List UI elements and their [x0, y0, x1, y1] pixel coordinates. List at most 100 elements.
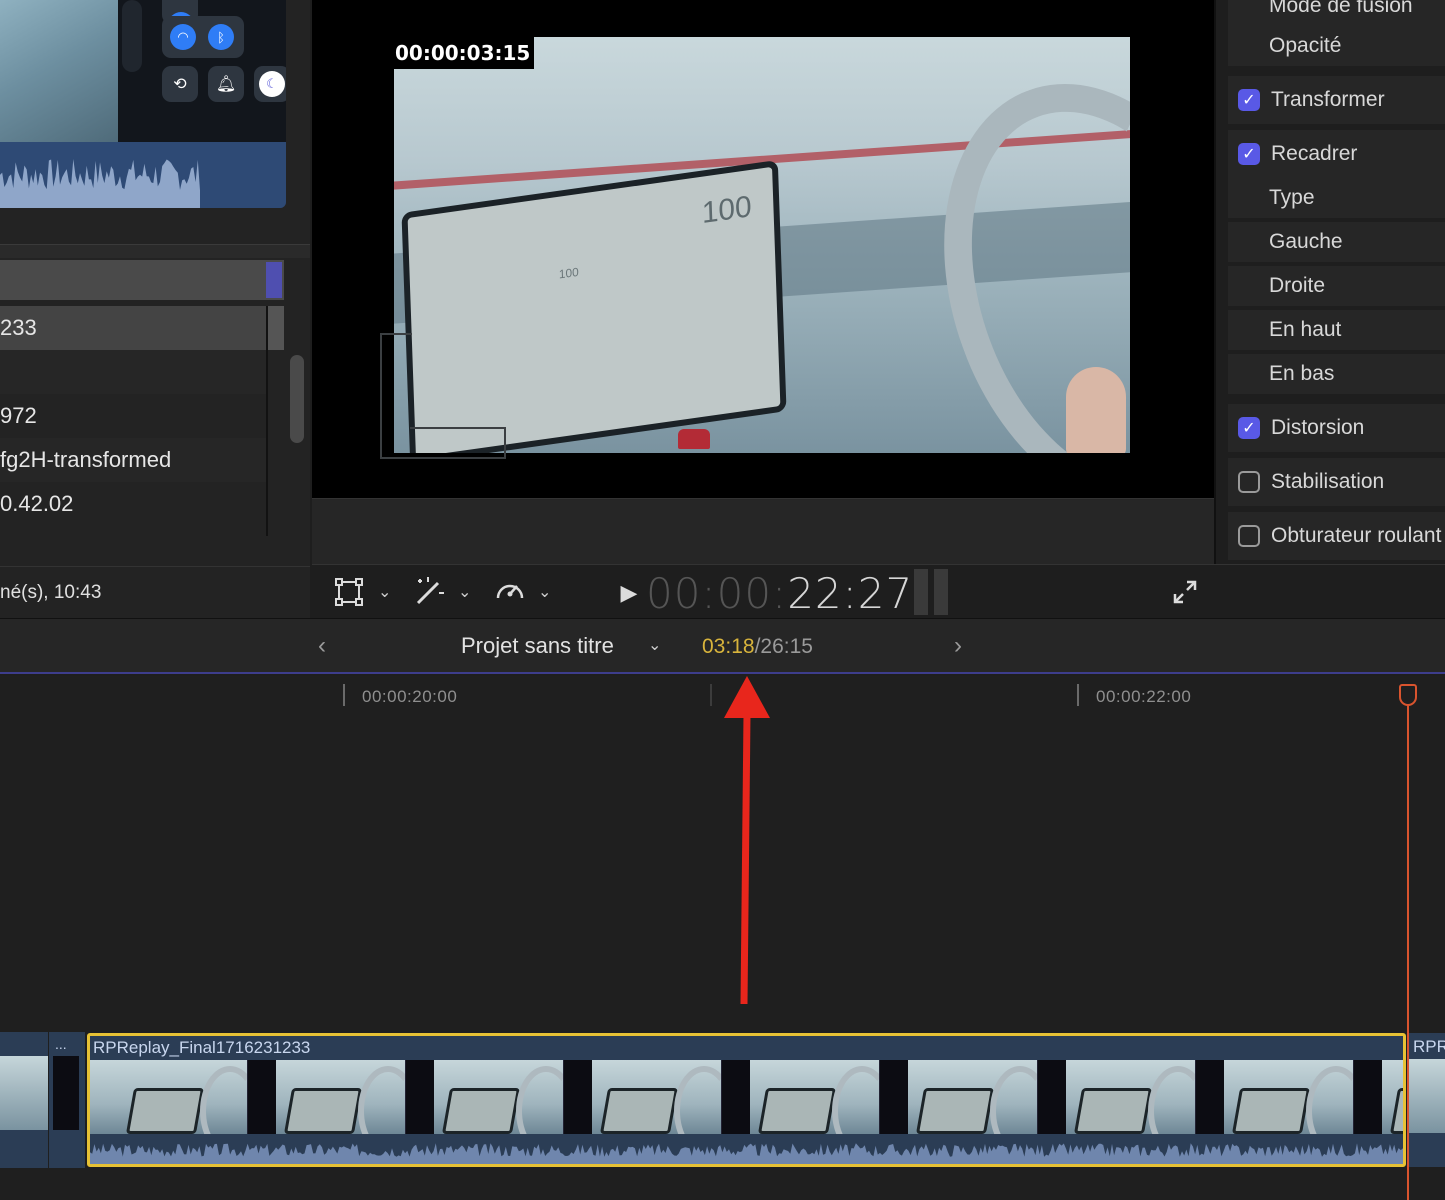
connectivity-tile: ◠ ᛒ: [162, 16, 244, 58]
inspector-row-en-haut[interactable]: En haut: [1228, 310, 1445, 350]
wifi-icon: ◠: [170, 24, 196, 50]
chevron-down-icon[interactable]: ⌄: [648, 635, 661, 655]
inspector-row-stabilisation[interactable]: Stabilisation: [1228, 458, 1445, 506]
filmstrip-frame: [406, 1060, 564, 1134]
inspector-row-obturateur-roulant[interactable]: Obturateur roulant: [1228, 512, 1445, 560]
chevron-right-icon[interactable]: ›: [946, 631, 970, 661]
inspector-row-opacite[interactable]: Opacité: [1228, 26, 1445, 66]
timeline-clip-next[interactable]: RPR: [1409, 1033, 1445, 1167]
chevron-left-icon[interactable]: ‹: [310, 631, 334, 661]
thumbnail-control-center: ≋ ◠ ᛒ ⟲ 🔔︎ ☾: [118, 0, 286, 142]
speed-chevron-down-icon[interactable]: ⌄: [538, 577, 551, 607]
inspector-row-gauche[interactable]: Gauche: [1228, 222, 1445, 262]
filmstrip-frame: [1196, 1060, 1354, 1134]
timecode-dim-part: 00:00:: [646, 569, 788, 618]
ruler-tick: [343, 684, 345, 706]
transform-icon[interactable]: [334, 573, 364, 611]
bell-tile: 🔔︎: [208, 66, 244, 102]
inspector-row-distorsion[interactable]: ✓ Distorsion: [1228, 404, 1445, 452]
inspector-row-label: Type: [1269, 186, 1315, 209]
project-title[interactable]: Projet sans titre: [461, 633, 614, 659]
speedometer-icon[interactable]: [494, 573, 526, 611]
list-header: [0, 260, 284, 300]
fullscreen-icon[interactable]: [1170, 577, 1200, 607]
list-item[interactable]: [0, 350, 266, 394]
thumbnail-image: [0, 0, 118, 142]
inspector-row-label: Transformer: [1271, 88, 1385, 111]
viewer[interactable]: 100 100 00:00:03:15: [312, 0, 1214, 498]
transform-chevron-down-icon[interactable]: ⌄: [378, 577, 391, 607]
browser-divider[interactable]: [0, 244, 310, 258]
inspector-row-label: Distorsion: [1271, 416, 1365, 439]
timeline[interactable]: 00:00:20:00 00:00:22:00 ... RPReplay_Fin…: [0, 676, 1445, 1200]
checkbox-checked-icon[interactable]: ✓: [1238, 417, 1260, 439]
inspector-row-label: Mode de fusion: [1269, 0, 1413, 17]
clip-audio-waveform: [90, 1143, 1403, 1164]
filmstrip-frame: [880, 1060, 1038, 1134]
viewer-timecode[interactable]: 00:00:22:27: [646, 569, 913, 618]
checkbox-checked-icon[interactable]: ✓: [1238, 143, 1260, 165]
volume-slider-thumb: [122, 0, 142, 72]
list-header-accent: [266, 262, 282, 298]
inspector-row-label: Obturateur roulant: [1271, 524, 1442, 547]
inspector-row-en-bas[interactable]: En bas: [1228, 354, 1445, 394]
magic-wand-icon[interactable]: [412, 573, 446, 611]
browser-status: né(s), 10:43: [0, 566, 310, 618]
list-item[interactable]: fg2H-transformed: [0, 438, 266, 482]
burned-in-timecode: 00:00:03:15: [394, 37, 535, 69]
gap-label: ...: [55, 1036, 67, 1052]
current-time: 03:18: [702, 635, 755, 658]
rotation-lock-icon: ⟲: [173, 76, 187, 93]
inspector-toolbar: [1214, 564, 1445, 618]
focus-tile: ☾: [254, 66, 286, 102]
video-car-icon: [678, 429, 710, 449]
inspector-row-label: Gauche: [1269, 230, 1343, 253]
total-time: /26:15: [754, 635, 813, 658]
playhead-handle[interactable]: [1399, 684, 1417, 706]
playhead[interactable]: [1407, 694, 1409, 1200]
timeline-clip-selected[interactable]: RPReplay_Final1716231233: [87, 1033, 1406, 1167]
filmstrip-frame: [248, 1060, 406, 1134]
clip-filmstrip: [90, 1060, 1403, 1134]
inspector-row-type[interactable]: Type: [1228, 178, 1445, 218]
inspector-row-label: En bas: [1269, 362, 1335, 385]
clip-thumbnail[interactable]: ≋ ◠ ᛒ ⟲ 🔔︎ ☾: [0, 0, 286, 208]
list-item[interactable]: 233: [0, 306, 266, 350]
list-item[interactable]: 0.42.02: [0, 482, 266, 526]
rotation-lock-tile: ⟲: [162, 66, 198, 102]
inspector-row-recadrer[interactable]: ✓ Recadrer: [1228, 130, 1445, 178]
play-icon[interactable]: ▶: [614, 578, 644, 608]
inspector-row-label: En haut: [1269, 318, 1342, 341]
timeline-clip-gap[interactable]: ...: [49, 1032, 85, 1168]
inspector-row-mode-de-fusion[interactable]: Mode de fusion: [1228, 0, 1445, 26]
list-item[interactable]: 972: [0, 394, 266, 438]
checkbox-unchecked-icon[interactable]: [1238, 471, 1260, 493]
annotation-arrow: [724, 676, 770, 1005]
checkbox-unchecked-icon[interactable]: [1238, 525, 1260, 547]
checkbox-checked-icon[interactable]: ✓: [1238, 89, 1260, 111]
timecode-bright-part: 22:27: [787, 569, 914, 618]
bell-icon: 🔔︎: [215, 76, 237, 93]
video-hand: [1066, 367, 1126, 453]
bluetooth-icon: ᛒ: [208, 24, 234, 50]
browser-panel: ≋ ◠ ᛒ ⟲ 🔔︎ ☾ 233 972fg2H-transformed0.42.…: [0, 0, 310, 618]
thumbnail-audio-waveform: [0, 142, 286, 208]
filmstrip-frame: [1038, 1060, 1196, 1134]
clip-title: RPReplay_Final1716231233: [93, 1038, 311, 1057]
filmstrip-frame: [564, 1060, 722, 1134]
crop-corner-handle[interactable]: [380, 333, 506, 459]
browser-scrollbar[interactable]: [290, 355, 304, 443]
tablet-small-readout: 100: [558, 264, 579, 282]
clip-title: RPR: [1413, 1037, 1445, 1056]
inspector-row-label: Droite: [1269, 274, 1326, 297]
ruler-label: 00:00:20:00: [362, 687, 458, 706]
inspector-row-droite[interactable]: Droite: [1228, 266, 1445, 306]
inspector-row-label: Recadrer: [1271, 142, 1358, 165]
ruler-tick: [1077, 684, 1079, 706]
ruler-label: 00:00:22:00: [1096, 687, 1192, 706]
timeline-clip-previous[interactable]: [0, 1032, 48, 1168]
inspector-row-label: Stabilisation: [1271, 470, 1385, 493]
viewer-toolbar: ⌄ ⌄ ⌄ ▶ 00:00:22:27: [312, 564, 1214, 618]
effects-chevron-down-icon[interactable]: ⌄: [458, 577, 471, 607]
inspector-row-transformer[interactable]: ✓ Transformer: [1228, 76, 1445, 124]
